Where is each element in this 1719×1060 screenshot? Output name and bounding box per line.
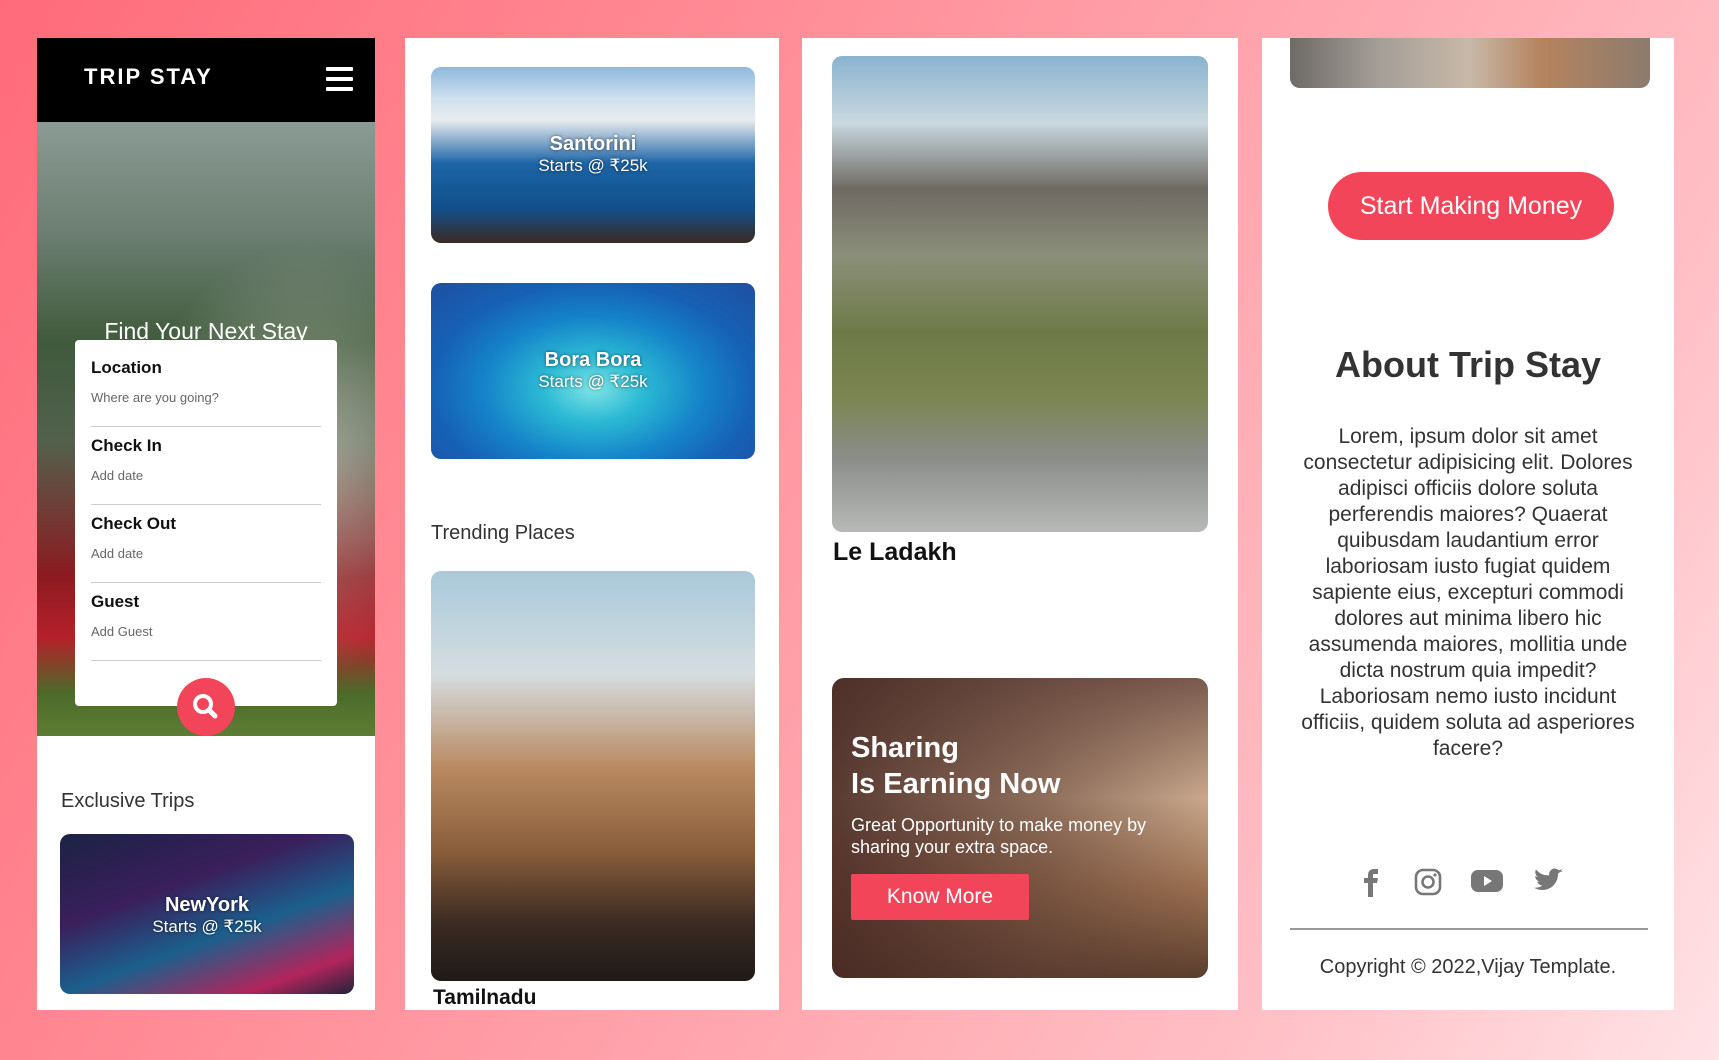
trip-card-overlay: Santorini Starts @ ₹25k [431,133,755,176]
trip-card-overlay: NewYork Starts @ ₹25k [60,894,354,937]
trip-card-overlay: Bora Bora Starts @ ₹25k [431,349,755,392]
about-text: Lorem, ipsum dolor sit amet consectetur … [1301,425,1635,760]
earning-title: Sharing Is Earning Now [851,730,1060,802]
trip-card-bora-bora[interactable]: Bora Bora Starts @ ₹25k [431,283,755,459]
search-form: Location Where are you going? Check In A… [75,340,337,706]
exclusive-trips-heading: Exclusive Trips [61,790,195,812]
top-navbar: TRIP STAY [37,38,375,122]
place-name-tamilnadu: Tamilnadu [433,986,537,1009]
trending-places-heading: Trending Places [431,522,575,544]
guest-label: Guest [91,592,140,611]
check-out-field[interactable]: Check Out Add date [91,506,321,583]
twitter-icon[interactable] [1534,868,1564,894]
trip-name: Bora Bora [544,349,642,371]
footer-divider [1290,928,1648,930]
location-input[interactable]: Where are you going? [91,390,321,405]
trip-price: Starts @ ₹25k [538,156,648,175]
check-out-label: Check Out [91,514,177,533]
mobile-screen-trips: Santorini Starts @ ₹25k Bora Bora Starts… [405,38,779,1010]
trip-price: Starts @ ₹25k [538,372,648,391]
place-card-ladakh[interactable] [832,56,1208,532]
instagram-icon[interactable] [1414,868,1442,896]
copyright-text: Copyright © 2022,Vijay Template. [1319,956,1617,978]
guest-input[interactable]: Add Guest [91,624,321,639]
mobile-screen-places: Le Ladakh Sharing Is Earning Now Great O… [802,38,1238,1010]
facebook-icon[interactable] [1362,868,1380,898]
check-in-field[interactable]: Check In Add date [91,428,321,505]
brand-logo[interactable]: TRIP STAY [84,64,213,90]
trip-name: Santorini [549,133,637,155]
search-icon [193,694,218,719]
earning-title-line2: Is Earning Now [851,768,1061,800]
earning-title-line1: Sharing [851,732,959,764]
image-card-partial [1290,38,1650,88]
sharing-earning-banner: Sharing Is Earning Now Great Opportunity… [832,678,1208,978]
youtube-icon[interactable] [1470,868,1504,894]
place-card-tamilnadu[interactable] [431,571,755,981]
trip-price: Starts @ ₹25k [152,917,262,936]
earning-description: Great Opportunity to make money by shari… [851,815,1147,857]
start-making-money-button[interactable]: Start Making Money [1328,172,1614,240]
location-label: Location [91,358,162,377]
trip-card-newyork[interactable]: NewYork Starts @ ₹25k [60,834,354,994]
trip-name: NewYork [164,894,250,916]
hamburger-menu-icon[interactable] [326,67,353,91]
mobile-screen-about: Start Making Money About Trip Stay Lorem… [1262,38,1674,1010]
guest-field[interactable]: Guest Add Guest [91,584,321,661]
know-more-button[interactable]: Know More [851,874,1029,920]
location-field[interactable]: Location Where are you going? [91,350,321,427]
mobile-screen-home: TRIP STAY Find Your Next Stay Location W… [37,38,375,1010]
check-in-label: Check In [91,436,162,455]
trip-card-santorini[interactable]: Santorini Starts @ ₹25k [431,67,755,243]
check-out-input[interactable]: Add date [91,546,321,561]
place-name-ladakh: Le Ladakh [833,538,957,566]
social-links [1362,868,1582,898]
check-in-input[interactable]: Add date [91,468,321,483]
hero-section: Find Your Next Stay Location Where are y… [37,122,375,736]
about-heading: About Trip Stay [1334,344,1601,385]
search-button[interactable] [177,678,235,736]
